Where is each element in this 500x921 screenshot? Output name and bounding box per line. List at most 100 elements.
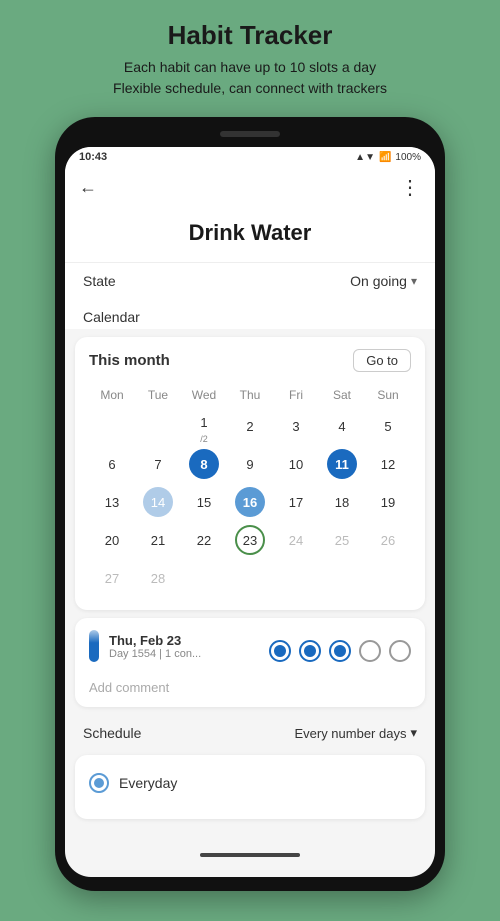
top-bar: ← ⋮ bbox=[65, 167, 435, 210]
day-header-thu: Thu bbox=[227, 384, 273, 406]
cal-day-empty[interactable] bbox=[89, 408, 135, 444]
add-comment[interactable]: Add comment bbox=[89, 680, 411, 695]
cal-day-empty[interactable] bbox=[135, 408, 181, 444]
wifi-icon: 📶 bbox=[379, 152, 391, 163]
day-detail-sub: Day 1554 | 1 con... bbox=[109, 648, 201, 660]
cal-day-21[interactable]: 21 bbox=[135, 522, 181, 558]
calendar-section-label: Calendar bbox=[65, 299, 435, 329]
cal-day-27[interactable]: 27 bbox=[89, 560, 135, 596]
calendar-week-5: 27 28 bbox=[89, 560, 411, 596]
cal-day-23[interactable]: 23 bbox=[227, 522, 273, 558]
screen-content: Drink Water State On going ▾ Calendar Th… bbox=[65, 210, 435, 843]
cal-day-5[interactable]: 5 bbox=[365, 408, 411, 444]
day-header-tue: Tue bbox=[135, 384, 181, 406]
day-detail-card: Thu, Feb 23 Day 1554 | 1 con... Add comm… bbox=[75, 618, 425, 707]
calendar-week-4: 20 21 22 23 24 25 26 bbox=[89, 522, 411, 558]
cal-day-17[interactable]: 17 bbox=[273, 484, 319, 520]
calendar-header-row: Mon Tue Wed Thu Fri Sat Sun bbox=[89, 384, 411, 406]
cal-day-12[interactable]: 12 bbox=[365, 446, 411, 482]
cal-day-3[interactable]: 3 bbox=[273, 408, 319, 444]
status-time: 10:43 bbox=[79, 151, 107, 163]
state-row: State On going ▾ bbox=[65, 262, 435, 299]
subtitle-line1: Each habit can have up to 10 slots a day bbox=[124, 59, 376, 75]
state-text: On going bbox=[350, 273, 407, 289]
cal-day-25[interactable]: 25 bbox=[319, 522, 365, 558]
cal-day-15[interactable]: 15 bbox=[181, 484, 227, 520]
cal-day-1[interactable]: 1 /2 bbox=[181, 408, 227, 444]
day-detail-header: Thu, Feb 23 Day 1554 | 1 con... bbox=[89, 630, 201, 662]
everyday-label: Everyday bbox=[119, 775, 177, 791]
calendar-card: This month Go to Mon Tue Wed Thu Fri Sat… bbox=[75, 337, 425, 610]
cal-day-28[interactable]: 28 bbox=[135, 560, 181, 596]
schedule-card: Everyday bbox=[75, 755, 425, 819]
day-header-fri: Fri bbox=[273, 384, 319, 406]
cal-day-8[interactable]: 8 bbox=[181, 446, 227, 482]
habit-title: Drink Water bbox=[65, 210, 435, 262]
cal-day-6[interactable]: 6 bbox=[89, 446, 135, 482]
day-detail-date: Thu, Feb 23 bbox=[109, 633, 201, 648]
phone-frame: 10:43 ▲▼ 📶 100% ← ⋮ Drink Water State On… bbox=[55, 117, 445, 891]
circle-1[interactable] bbox=[269, 640, 291, 662]
calendar-week-1: 1 /2 2 3 4 5 bbox=[89, 408, 411, 444]
cal-day-7[interactable]: 7 bbox=[135, 446, 181, 482]
cal-day-20[interactable]: 20 bbox=[89, 522, 135, 558]
day-detail-row: Thu, Feb 23 Day 1554 | 1 con... bbox=[89, 630, 411, 672]
cal-day-19[interactable]: 19 bbox=[365, 484, 411, 520]
everyday-radio[interactable] bbox=[89, 773, 109, 793]
day-header-wed: Wed bbox=[181, 384, 227, 406]
cal-day-empty5 bbox=[319, 560, 365, 596]
cal-day-2[interactable]: 2 bbox=[227, 408, 273, 444]
app-title: Habit Tracker bbox=[168, 20, 333, 51]
cal-day-16[interactable]: 16 bbox=[227, 484, 273, 520]
phone-speaker bbox=[220, 131, 280, 137]
status-right: ▲▼ 📶 100% bbox=[355, 152, 421, 163]
calendar-grid: Mon Tue Wed Thu Fri Sat Sun 1 bbox=[89, 384, 411, 596]
back-button[interactable]: ← bbox=[79, 177, 97, 198]
schedule-label: Schedule bbox=[83, 725, 141, 741]
day-circles bbox=[269, 640, 411, 662]
app-subtitle: Each habit can have up to 10 slots a day… bbox=[113, 57, 387, 99]
state-label: State bbox=[83, 273, 116, 289]
day-header-sun: Sun bbox=[365, 384, 411, 406]
cal-day-10[interactable]: 10 bbox=[273, 446, 319, 482]
cal-day-18[interactable]: 18 bbox=[319, 484, 365, 520]
day-header-mon: Mon bbox=[89, 384, 135, 406]
day-header-sat: Sat bbox=[319, 384, 365, 406]
cal-day-empty4 bbox=[273, 560, 319, 596]
circle-3[interactable] bbox=[329, 640, 351, 662]
battery-icon: 100% bbox=[395, 152, 421, 163]
menu-button[interactable]: ⋮ bbox=[400, 175, 421, 200]
cal-day-empty3 bbox=[227, 560, 273, 596]
cal-day-empty2 bbox=[181, 560, 227, 596]
cal-day-26[interactable]: 26 bbox=[365, 522, 411, 558]
thermometer-icon bbox=[89, 630, 99, 662]
schedule-arrow: ▾ bbox=[410, 725, 417, 741]
cal-day-24[interactable]: 24 bbox=[273, 522, 319, 558]
signal-icon: ▲▼ bbox=[355, 152, 375, 163]
calendar-week-3: 13 14 15 16 17 18 19 bbox=[89, 484, 411, 520]
circle-4[interactable] bbox=[359, 640, 381, 662]
state-arrow: ▾ bbox=[411, 274, 417, 288]
cal-day-13[interactable]: 13 bbox=[89, 484, 135, 520]
schedule-row: Schedule Every number days ▾ bbox=[65, 715, 435, 751]
cal-day-4[interactable]: 4 bbox=[319, 408, 365, 444]
circle-2[interactable] bbox=[299, 640, 321, 662]
cal-day-22[interactable]: 22 bbox=[181, 522, 227, 558]
schedule-value[interactable]: Every number days ▾ bbox=[294, 725, 417, 741]
goto-button[interactable]: Go to bbox=[353, 349, 411, 372]
day-detail-info: Thu, Feb 23 Day 1554 | 1 con... bbox=[109, 633, 201, 660]
state-value[interactable]: On going ▾ bbox=[350, 273, 417, 289]
schedule-text: Every number days bbox=[294, 726, 406, 741]
subtitle-line2: Flexible schedule, can connect with trac… bbox=[113, 80, 387, 96]
calendar-month: This month bbox=[89, 352, 170, 369]
circle-5[interactable] bbox=[389, 640, 411, 662]
cal-day-14[interactable]: 14 bbox=[135, 484, 181, 520]
everyday-option[interactable]: Everyday bbox=[89, 767, 411, 799]
calendar-header: This month Go to bbox=[89, 349, 411, 372]
cal-day-11[interactable]: 11 bbox=[319, 446, 365, 482]
fade-overlay bbox=[89, 799, 411, 807]
cal-day-empty6 bbox=[365, 560, 411, 596]
status-bar: 10:43 ▲▼ 📶 100% bbox=[65, 147, 435, 167]
cal-day-9[interactable]: 9 bbox=[227, 446, 273, 482]
home-bar[interactable] bbox=[200, 853, 300, 857]
